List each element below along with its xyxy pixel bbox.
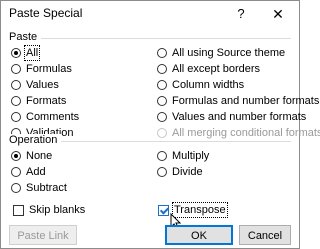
paste-values-number-formats-radio[interactable] — [157, 112, 167, 122]
operation-option-label: Multiply — [172, 150, 210, 162]
operation-option-none[interactable]: None — [11, 149, 52, 163]
operation-option-label: None — [26, 150, 53, 162]
operation-option-add[interactable]: Add — [11, 165, 46, 179]
paste-option-label: All — [23, 45, 41, 61]
paste-option-label: Formulas — [26, 63, 72, 75]
paste-option-label: Values — [26, 79, 59, 91]
title-bar: Paste Special ? ✕ — [1, 1, 299, 29]
operation-option-label: Subtract — [26, 182, 67, 194]
paste-option-column-widths[interactable]: Column widths — [157, 78, 244, 92]
paste-option-values-number-formats[interactable]: Values and number formats — [157, 110, 306, 124]
paste-values-radio[interactable] — [11, 80, 21, 90]
paste-option-label: Comments — [26, 111, 80, 123]
operation-subtract-radio[interactable] — [11, 183, 21, 193]
operation-add-radio[interactable] — [11, 167, 21, 177]
paste-source-theme-radio[interactable] — [157, 48, 167, 58]
operation-none-radio[interactable] — [11, 151, 21, 161]
transpose-option[interactable]: Transpose — [158, 202, 228, 218]
operation-option-subtract[interactable]: Subtract — [11, 181, 67, 195]
paste-formulas-number-formats-radio[interactable] — [157, 96, 167, 106]
skip-blanks-checkbox[interactable] — [13, 204, 24, 216]
paste-option-all-using-source-theme[interactable]: All using Source theme — [157, 46, 285, 60]
paste-option-values[interactable]: Values — [11, 78, 59, 92]
paste-group: Paste All Formulas Values Formats Commen… — [9, 31, 320, 139]
paste-option-label: All except borders — [172, 63, 261, 75]
ok-button[interactable]: OK — [165, 225, 233, 245]
paste-formulas-radio[interactable] — [11, 64, 21, 74]
paste-special-dialog: Paste Special ? ✕ Paste All Formulas Val… — [0, 0, 320, 249]
paste-except-borders-radio[interactable] — [157, 64, 167, 74]
skip-blanks-option[interactable]: Skip blanks — [13, 203, 85, 217]
paste-option-formulas[interactable]: Formulas — [11, 62, 72, 76]
operation-option-label: Divide — [172, 166, 203, 178]
operation-divide-radio[interactable] — [157, 167, 167, 177]
help-icon[interactable]: ? — [233, 5, 249, 23]
close-icon[interactable]: ✕ — [269, 5, 287, 23]
paste-option-formulas-number-formats[interactable]: Formulas and number formats — [157, 94, 319, 108]
paste-option-all-except-borders[interactable]: All except borders — [157, 62, 260, 76]
paste-column-widths-radio[interactable] — [157, 80, 167, 90]
transpose-checkbox[interactable] — [158, 204, 169, 216]
paste-formats-radio[interactable] — [11, 96, 21, 106]
cancel-button[interactable]: Cancel — [239, 225, 291, 245]
operation-group: Operation None Add Subtract Multiply Div… — [9, 134, 291, 196]
operation-option-divide[interactable]: Divide — [157, 165, 203, 179]
paste-option-label: Column widths — [172, 79, 245, 91]
paste-option-label: Formats — [26, 95, 67, 107]
paste-group-divider — [9, 38, 291, 39]
paste-option-label: Values and number formats — [172, 111, 307, 123]
paste-group-label: Paste — [9, 31, 42, 43]
paste-comments-radio[interactable] — [11, 112, 21, 122]
operation-group-label: Operation — [9, 134, 62, 146]
paste-option-label: Formulas and number formats — [172, 95, 320, 107]
operation-multiply-radio[interactable] — [157, 151, 167, 161]
paste-option-all[interactable]: All — [11, 45, 41, 61]
operation-option-multiply[interactable]: Multiply — [157, 149, 209, 163]
paste-all-radio[interactable] — [11, 48, 21, 58]
skip-blanks-label: Skip blanks — [29, 204, 86, 216]
paste-option-label: All using Source theme — [172, 47, 286, 59]
paste-option-formats[interactable]: Formats — [11, 94, 66, 108]
dialog-title: Paste Special — [9, 6, 83, 20]
paste-option-comments[interactable]: Comments — [11, 110, 79, 124]
paste-link-button: Paste Link — [9, 225, 77, 245]
operation-option-label: Add — [26, 166, 46, 178]
